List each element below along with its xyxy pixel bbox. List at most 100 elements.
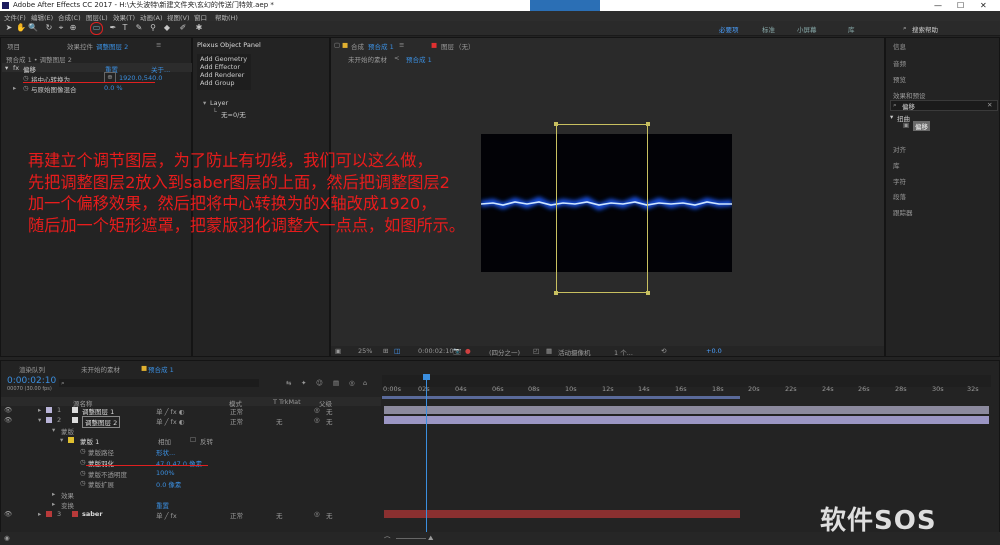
layer-mode[interactable]: 正常 xyxy=(230,416,243,426)
effects-search-value[interactable]: 偏移 xyxy=(902,101,915,111)
layer-row[interactable]: 👁 ▾ 2 调整图层 2 单 ╱ fx ◐ 正常 无 ◎ 无 xyxy=(0,415,1000,428)
mask-invert-checkbox[interactable]: ☐ xyxy=(190,436,196,444)
expand-arrow-icon[interactable]: ▸ xyxy=(52,490,55,498)
zoom-select[interactable]: 25% xyxy=(358,347,372,355)
mask-handle[interactable] xyxy=(646,291,650,295)
mask-handle[interactable] xyxy=(646,122,650,126)
layer-parent[interactable]: 无 xyxy=(326,510,333,520)
brush-tool-icon[interactable]: ✎ xyxy=(134,23,144,33)
zoom-in-icon[interactable]: ⛰ xyxy=(428,534,433,543)
workspace-small-screen[interactable]: 小屏幕 xyxy=(797,24,817,34)
layer-name[interactable]: 调整图层 2 xyxy=(82,416,121,428)
tab-footage[interactable]: 未开始的素材 xyxy=(81,364,120,374)
layer-duration-bar[interactable] xyxy=(384,406,989,414)
panel-character[interactable]: 字符 xyxy=(893,176,906,186)
stopwatch-icon[interactable]: ◷ xyxy=(80,479,86,487)
plexus-panel-title[interactable]: Plexus Object Panel xyxy=(197,41,261,49)
panel-menu-icon[interactable]: ≡ xyxy=(156,41,161,49)
ruler[interactable]: 0:00s 02s 04s 06s 08s 10s 12s 14s 16s 18… xyxy=(382,375,991,393)
roto-brush-tool-icon[interactable]: ✐ xyxy=(178,23,188,33)
add-renderer-item[interactable]: Add Renderer xyxy=(200,71,244,79)
panel-library[interactable]: 库 xyxy=(893,160,900,170)
expand-arrow-icon[interactable]: ▸ xyxy=(13,84,16,92)
channel-icon[interactable]: ● xyxy=(465,347,471,355)
close-button[interactable]: ✕ xyxy=(980,0,987,11)
selection-tool-icon[interactable]: ➤ xyxy=(4,23,14,33)
pickwhip-icon[interactable]: ◎ xyxy=(314,510,320,518)
stopwatch-icon[interactable]: ◷ xyxy=(23,74,29,82)
expand-arrow-icon[interactable]: ▸ xyxy=(52,500,55,508)
stopwatch-icon[interactable]: ◷ xyxy=(80,469,86,477)
tab-timeline-comp[interactable]: 预合成 1 xyxy=(148,364,174,374)
grid-icon[interactable]: ⊞ xyxy=(383,347,388,355)
workspace-library[interactable]: 库 xyxy=(848,24,855,34)
mask-handle[interactable] xyxy=(554,122,558,126)
mask-color-swatch[interactable] xyxy=(68,437,74,443)
clone-stamp-tool-icon[interactable]: ⚲ xyxy=(148,23,158,33)
current-time-indicator[interactable] xyxy=(426,376,427,542)
mask-prop-value[interactable]: 100% xyxy=(156,469,175,477)
add-effector-item[interactable]: Add Effector xyxy=(200,63,240,71)
magnify-icon[interactable]: ▣ xyxy=(335,347,341,355)
tree-item-offset[interactable]: 偏移 xyxy=(913,121,930,131)
lock-icon[interactable]: ▢ xyxy=(334,41,340,49)
search-help-icon[interactable]: ⌕ xyxy=(903,24,907,33)
expand-arrow-icon[interactable]: ▸ xyxy=(38,510,41,518)
mask-handle[interactable] xyxy=(554,291,558,295)
layer-parent[interactable]: 无 xyxy=(326,416,333,426)
maximize-button[interactable]: ☐ xyxy=(957,0,964,11)
expand-arrow-icon[interactable]: ▾ xyxy=(60,436,63,444)
render-icon[interactable]: ⟲ xyxy=(661,347,666,355)
work-area-bar[interactable] xyxy=(382,396,740,399)
switches-icon[interactable]: 单 ╱ fx ◐ xyxy=(156,416,184,426)
pickwhip-icon[interactable]: ◎ xyxy=(314,406,320,414)
toggle-switches-icon[interactable]: ◉ xyxy=(4,534,10,542)
zoom-out-icon[interactable]: ⌒ xyxy=(384,534,391,544)
resolution-select[interactable]: (四分之一) xyxy=(489,347,520,357)
rectangle-mask-outline[interactable] xyxy=(556,124,648,293)
layer-row[interactable]: 👁 ▸ 1 调整图层 1 单 ╱ fx ◐ 正常 ◎ 无 xyxy=(0,405,1000,416)
tab-layer-label[interactable]: 图层 xyxy=(441,41,454,51)
draft-3d-icon[interactable]: ✦ xyxy=(301,379,306,387)
clear-search-icon[interactable]: ✕ xyxy=(987,101,992,109)
panel-preview[interactable]: 预览 xyxy=(893,74,906,84)
fx-icon[interactable]: fx xyxy=(13,64,19,72)
workspace-standard[interactable]: 标准 xyxy=(762,24,775,34)
workspace-essentials[interactable]: 必要项 xyxy=(719,24,739,34)
sub-tab-comp[interactable]: 预合成 1 xyxy=(406,54,432,64)
panel-tracker[interactable]: 跟踪器 xyxy=(893,207,913,217)
label-color-swatch[interactable] xyxy=(46,407,52,413)
switches-icon[interactable]: 单 ╱ fx xyxy=(156,510,177,520)
visibility-eye-icon[interactable]: 👁 xyxy=(4,510,12,518)
tab-effect-controls-label[interactable]: 效果控件 xyxy=(67,41,93,51)
type-tool-icon[interactable]: T xyxy=(120,23,130,33)
mask-toggle-icon[interactable]: ◫ xyxy=(394,347,400,355)
mask-prop-value[interactable]: 47.0,47.0 像素 xyxy=(156,458,202,468)
panel-align[interactable]: 对齐 xyxy=(893,144,906,154)
tab-composition-name[interactable]: 预合成 1 xyxy=(368,41,394,51)
hand-tool-icon[interactable]: ✋ xyxy=(16,23,26,33)
layer-mode[interactable]: 正常 xyxy=(230,510,243,520)
tab-effect-controls-layer[interactable]: 调整图层 2 xyxy=(96,41,128,51)
pen-tool-icon[interactable]: ✒ xyxy=(108,23,118,33)
shy-icon[interactable]: ☺ xyxy=(316,379,323,387)
add-geometry-item[interactable]: Add Geometry xyxy=(200,55,247,63)
layer-tree-arrow-icon[interactable]: ▾ xyxy=(203,99,206,107)
label-color-swatch[interactable] xyxy=(46,511,52,517)
timeline-timecode[interactable]: 0:00:02:10 xyxy=(7,376,56,386)
graph-editor-icon[interactable]: ⌂ xyxy=(363,379,367,387)
roi-icon[interactable]: ◰ xyxy=(533,347,539,355)
search-help-input[interactable]: 搜索帮助 xyxy=(912,24,938,34)
comp-flowchart-icon[interactable]: ⇆ xyxy=(286,379,291,387)
add-group-item[interactable]: Add Group xyxy=(200,79,234,87)
views-select[interactable]: 1 个... xyxy=(614,347,633,357)
panel-audio[interactable]: 音频 xyxy=(893,58,906,68)
tab-composition-label[interactable]: 合成 xyxy=(351,41,364,51)
panel-info[interactable]: 信息 xyxy=(893,41,906,51)
effect-about-link[interactable]: 关于... xyxy=(151,64,170,74)
layer-duration-bar[interactable] xyxy=(384,510,740,518)
rectangle-tool-icon[interactable]: ▭ xyxy=(90,22,103,35)
frame-blend-icon[interactable]: ▤ xyxy=(333,379,339,387)
tab-project[interactable]: 项目 xyxy=(7,41,20,51)
layer-trkmat[interactable]: 无 xyxy=(276,510,283,520)
